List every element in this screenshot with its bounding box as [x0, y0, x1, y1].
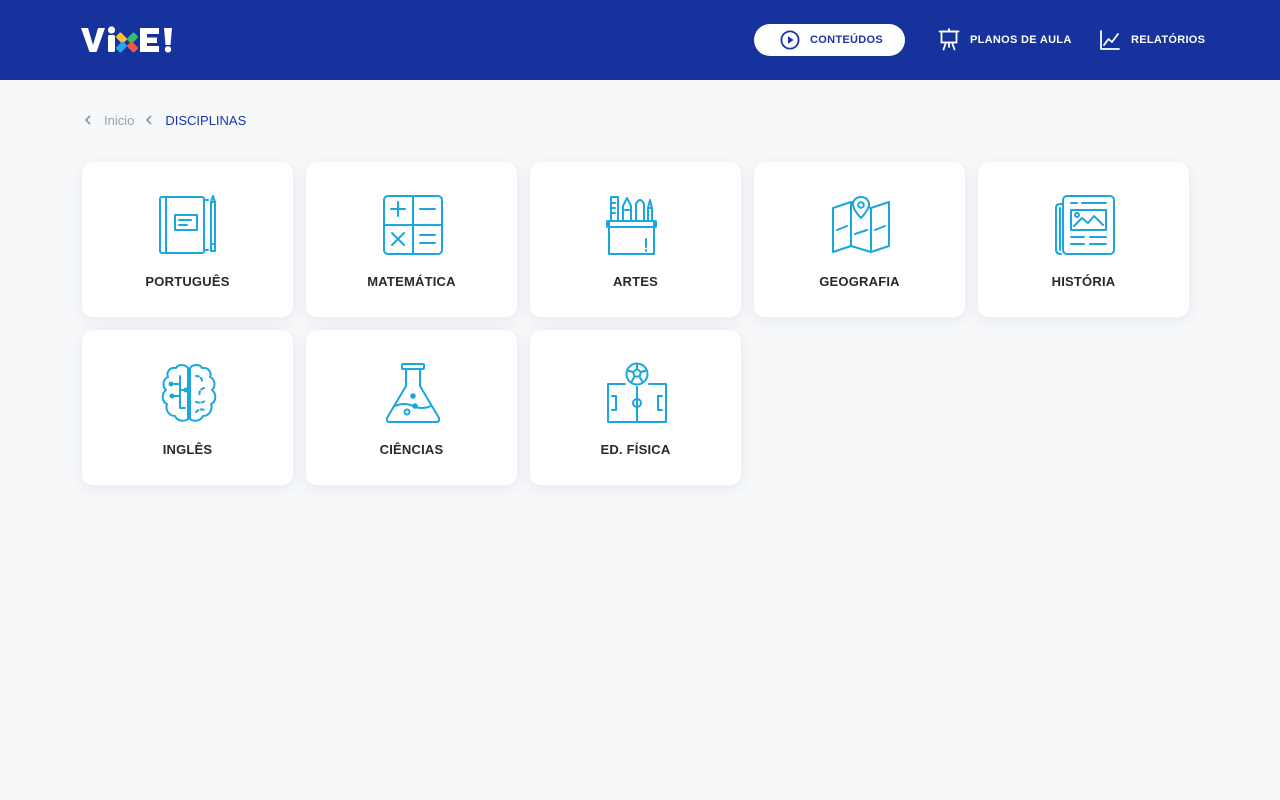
breadcrumb: Inicio DISCIPLINAS — [83, 111, 246, 129]
subject-card-historia[interactable]: HISTÓRIA — [977, 161, 1190, 318]
subject-card-portugues[interactable]: PORTUGUÊS — [81, 161, 294, 318]
soccer-field-icon — [607, 362, 667, 423]
nav-relatorios-label: RELATÓRIOS — [1131, 34, 1206, 46]
line-chart-icon — [1100, 30, 1120, 50]
play-circle-icon — [780, 30, 800, 50]
nav-planos-de-aula-link[interactable]: PLANOS DE AULA — [938, 28, 1072, 52]
flask-icon — [385, 363, 441, 423]
subject-card-artes[interactable]: ARTES — [529, 161, 742, 318]
subject-card-ingles[interactable]: INGLÊS — [81, 329, 294, 486]
breadcrumb-current: DISCIPLINAS — [165, 112, 247, 128]
vixe-logo-mark — [81, 26, 172, 53]
chevron-left-icon — [146, 115, 152, 125]
subject-label: MATEMÁTICA — [367, 274, 456, 289]
subject-label: HISTÓRIA — [1051, 274, 1116, 289]
nav-conteudos-button[interactable]: CONTEÚDOS — [754, 24, 905, 56]
subject-card-ed-fisica[interactable]: ED. FÍSICA — [529, 329, 742, 486]
subject-label: ED. FÍSICA — [600, 442, 671, 457]
subject-card-matematica[interactable]: MATEMÁTICA — [305, 161, 518, 318]
subject-label: GEOGRAFIA — [819, 274, 900, 289]
subject-label: ARTES — [612, 274, 659, 289]
nav-relatorios-link[interactable]: RELATÓRIOS — [1099, 28, 1205, 52]
newspaper-icon — [1055, 195, 1115, 255]
calculator-icon — [383, 195, 443, 255]
subject-label: PORTUGUÊS — [145, 274, 230, 289]
brain-icon — [161, 364, 217, 422]
art-supplies-icon — [606, 196, 657, 255]
subject-label: CIÊNCIAS — [379, 442, 444, 457]
top-navigation-bar: CONTEÚDOS PLANOS DE AULA RELATÓRIOS — [0, 0, 1280, 80]
presentation-board-icon — [938, 28, 960, 51]
breadcrumb-home-link[interactable]: Inicio — [104, 113, 134, 128]
vixe-logo[interactable] — [80, 24, 188, 56]
book-pencil-icon — [159, 195, 216, 254]
subject-card-geografia[interactable]: GEOGRAFIA — [753, 161, 966, 318]
chevron-left-icon — [85, 115, 91, 125]
subject-card-ciencias[interactable]: CIÊNCIAS — [305, 329, 518, 486]
nav-planos-label: PLANOS DE AULA — [970, 34, 1072, 46]
map-pin-icon — [832, 196, 890, 253]
subject-label: INGLÊS — [162, 442, 213, 457]
nav-conteudos-label: CONTEÚDOS — [810, 34, 883, 46]
